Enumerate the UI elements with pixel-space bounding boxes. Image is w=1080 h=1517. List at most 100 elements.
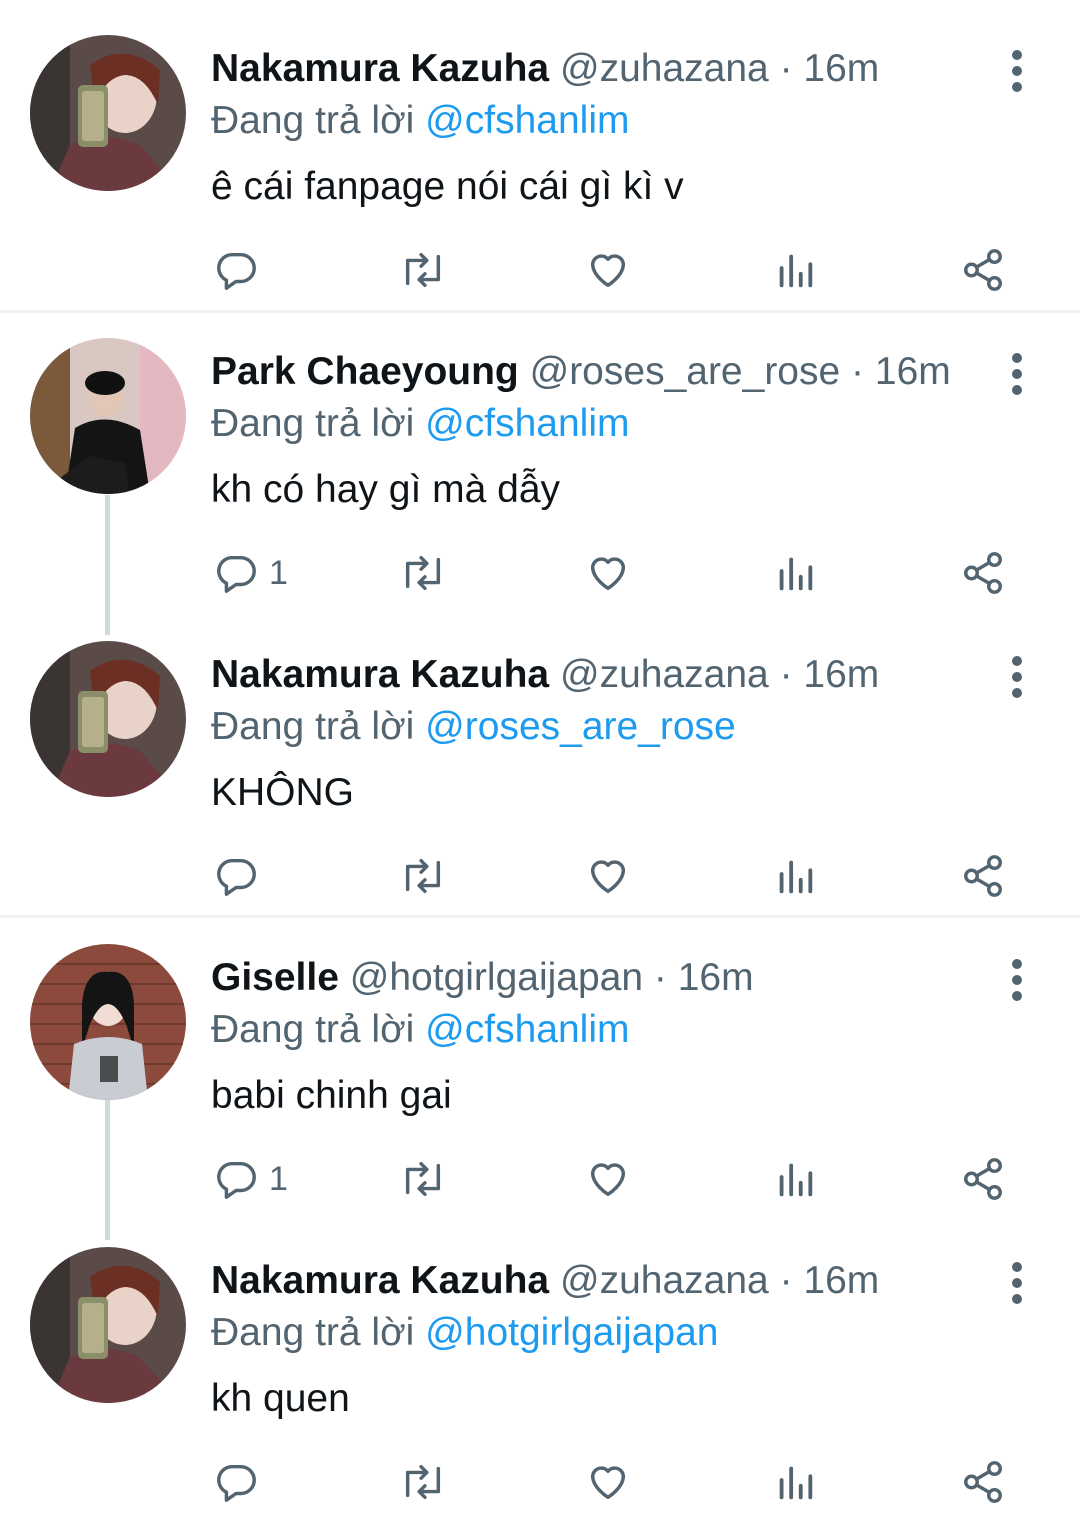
action-bar <box>0 1452 1080 1512</box>
replying-to: Đang trả lời @cfshanlim <box>211 97 629 145</box>
views-button[interactable] <box>775 543 815 603</box>
tweet-text: KHÔNG <box>211 771 355 814</box>
reply-icon <box>217 252 256 290</box>
more-options-icon[interactable] <box>1000 45 1034 93</box>
separator-dot: · <box>851 350 865 393</box>
avatar[interactable] <box>30 944 186 1100</box>
more-options-icon[interactable] <box>1000 651 1034 699</box>
retweet-button[interactable] <box>398 240 448 300</box>
reply-count: 1 <box>269 553 288 592</box>
retweet-icon <box>405 555 441 591</box>
share-icon <box>964 1158 1002 1200</box>
retweet-icon <box>405 858 441 894</box>
user-name[interactable]: Giselle <box>211 956 339 999</box>
divider <box>0 310 1080 313</box>
like-icon <box>590 860 626 894</box>
reply-button[interactable] <box>213 846 269 906</box>
tweet-text: ê cái fanpage nói cái gì kì v <box>211 165 684 208</box>
replying-to: Đang trả lời @cfshanlim <box>211 1006 629 1054</box>
retweet-button[interactable] <box>398 543 448 603</box>
views-icon <box>779 860 813 894</box>
timestamp[interactable]: 16m <box>803 1259 879 1302</box>
like-button[interactable] <box>585 240 631 300</box>
timestamp[interactable]: 16m <box>875 350 951 393</box>
avatar[interactable] <box>30 1247 186 1403</box>
user-handle[interactable]: @zuhazana <box>560 653 769 696</box>
reply-icon <box>217 858 256 896</box>
retweet-icon <box>405 252 441 288</box>
timestamp[interactable]: 16m <box>678 956 754 999</box>
reply-button[interactable]: 1 <box>213 1149 288 1209</box>
views-button[interactable] <box>775 240 815 300</box>
mention-link[interactable]: @roses_are_rose <box>425 705 736 748</box>
share-button[interactable] <box>960 240 1006 300</box>
mention-link[interactable]: @cfshanlim <box>425 99 629 142</box>
more-options-icon[interactable] <box>1000 348 1034 396</box>
separator-dot: · <box>653 956 667 999</box>
like-button[interactable] <box>585 1452 631 1512</box>
avatar[interactable] <box>30 35 186 191</box>
views-icon <box>779 1163 813 1197</box>
tweet-text: kh quen <box>211 1377 350 1420</box>
reply-icon <box>217 1161 256 1199</box>
share-icon <box>964 855 1002 897</box>
reply-button[interactable] <box>213 240 269 300</box>
mention-link[interactable]: @cfshanlim <box>425 1008 629 1051</box>
mention-link[interactable]: @hotgirlgaijapan <box>425 1311 718 1354</box>
reply-button[interactable] <box>213 1452 269 1512</box>
views-icon <box>779 1466 813 1500</box>
reply-icon <box>217 1464 256 1502</box>
retweet-button[interactable] <box>398 1149 448 1209</box>
action-bar: 1 <box>0 543 1080 603</box>
like-icon <box>590 1466 626 1500</box>
share-icon <box>964 249 1002 291</box>
retweet-icon <box>405 1464 441 1500</box>
avatar[interactable] <box>30 338 186 494</box>
share-button[interactable] <box>960 1452 1006 1512</box>
reply-count: 1 <box>269 1159 288 1198</box>
timestamp[interactable]: 16m <box>803 653 879 696</box>
share-button[interactable] <box>960 846 1006 906</box>
replying-to-label: Đang trả lời <box>211 1008 415 1051</box>
like-icon <box>590 557 626 591</box>
replying-to-label: Đang trả lời <box>211 402 415 445</box>
retweet-button[interactable] <box>398 1452 448 1512</box>
user-name[interactable]: Nakamura Kazuha <box>211 653 549 696</box>
separator-dot: · <box>779 47 793 90</box>
user-handle[interactable]: @zuhazana <box>560 1259 769 1302</box>
action-bar: 1 <box>0 1149 1080 1209</box>
like-button[interactable] <box>585 543 631 603</box>
more-options-icon[interactable] <box>1000 1257 1034 1305</box>
views-button[interactable] <box>775 1149 815 1209</box>
share-button[interactable] <box>960 1149 1006 1209</box>
user-handle[interactable]: @roses_are_rose <box>530 350 841 393</box>
reply-button[interactable]: 1 <box>213 543 288 603</box>
views-icon <box>779 557 813 591</box>
views-button[interactable] <box>775 1452 815 1512</box>
avatar[interactable] <box>30 641 186 797</box>
replying-to-label: Đang trả lời <box>211 99 415 142</box>
views-icon <box>779 254 813 288</box>
separator-dot: · <box>779 1259 793 1302</box>
user-name[interactable]: Nakamura Kazuha <box>211 47 549 90</box>
share-button[interactable] <box>960 543 1006 603</box>
timestamp[interactable]: 16m <box>803 47 879 90</box>
views-button[interactable] <box>775 846 815 906</box>
replying-to-label: Đang trả lời <box>211 705 415 748</box>
replying-to: Đang trả lời @hotgirlgaijapan <box>211 1309 718 1357</box>
retweet-button[interactable] <box>398 846 448 906</box>
user-name[interactable]: Nakamura Kazuha <box>211 1259 549 1302</box>
like-button[interactable] <box>585 846 631 906</box>
like-icon <box>590 1163 626 1197</box>
action-bar <box>0 846 1080 906</box>
mention-link[interactable]: @cfshanlim <box>425 402 629 445</box>
like-button[interactable] <box>585 1149 631 1209</box>
action-bar <box>0 240 1080 300</box>
tweet-text: kh có hay gì mà dẫy <box>211 468 561 511</box>
more-options-icon[interactable] <box>1000 954 1034 1002</box>
retweet-icon <box>405 1161 441 1197</box>
separator-dot: · <box>779 653 793 696</box>
user-name[interactable]: Park Chaeyoung <box>211 350 519 393</box>
user-handle[interactable]: @zuhazana <box>560 47 769 90</box>
user-handle[interactable]: @hotgirlgaijapan <box>350 956 643 999</box>
